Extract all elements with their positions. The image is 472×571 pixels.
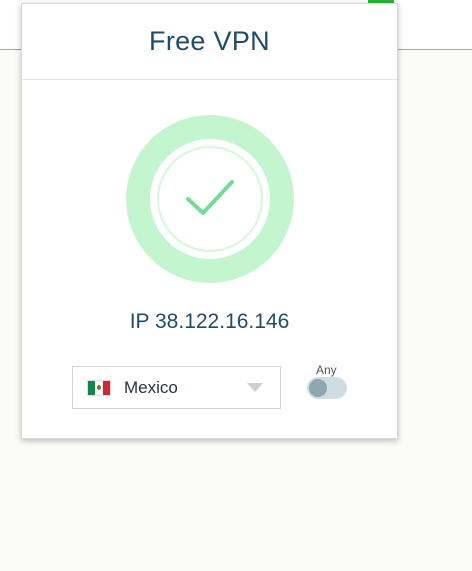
popup-title: Free VPN: [149, 26, 270, 56]
vpn-popup: Free VPN IP 38.122.16.146 Mexico Any: [21, 3, 398, 439]
checkmark-icon: [186, 180, 234, 215]
ip-address: IP 38.122.16.146: [129, 310, 290, 333]
mexico-flag-icon: [87, 379, 111, 396]
popup-header: Free VPN: [22, 4, 397, 80]
country-select[interactable]: Mexico: [72, 366, 281, 409]
connection-status-indicator[interactable]: [126, 115, 294, 283]
toggle-knob: [309, 379, 327, 397]
status-inner-circle: [150, 139, 270, 259]
any-toggle-label: Any: [316, 363, 337, 377]
chevron-down-icon: [247, 383, 263, 392]
any-toggle[interactable]: [307, 377, 347, 399]
country-select-value: Mexico: [124, 377, 178, 397]
